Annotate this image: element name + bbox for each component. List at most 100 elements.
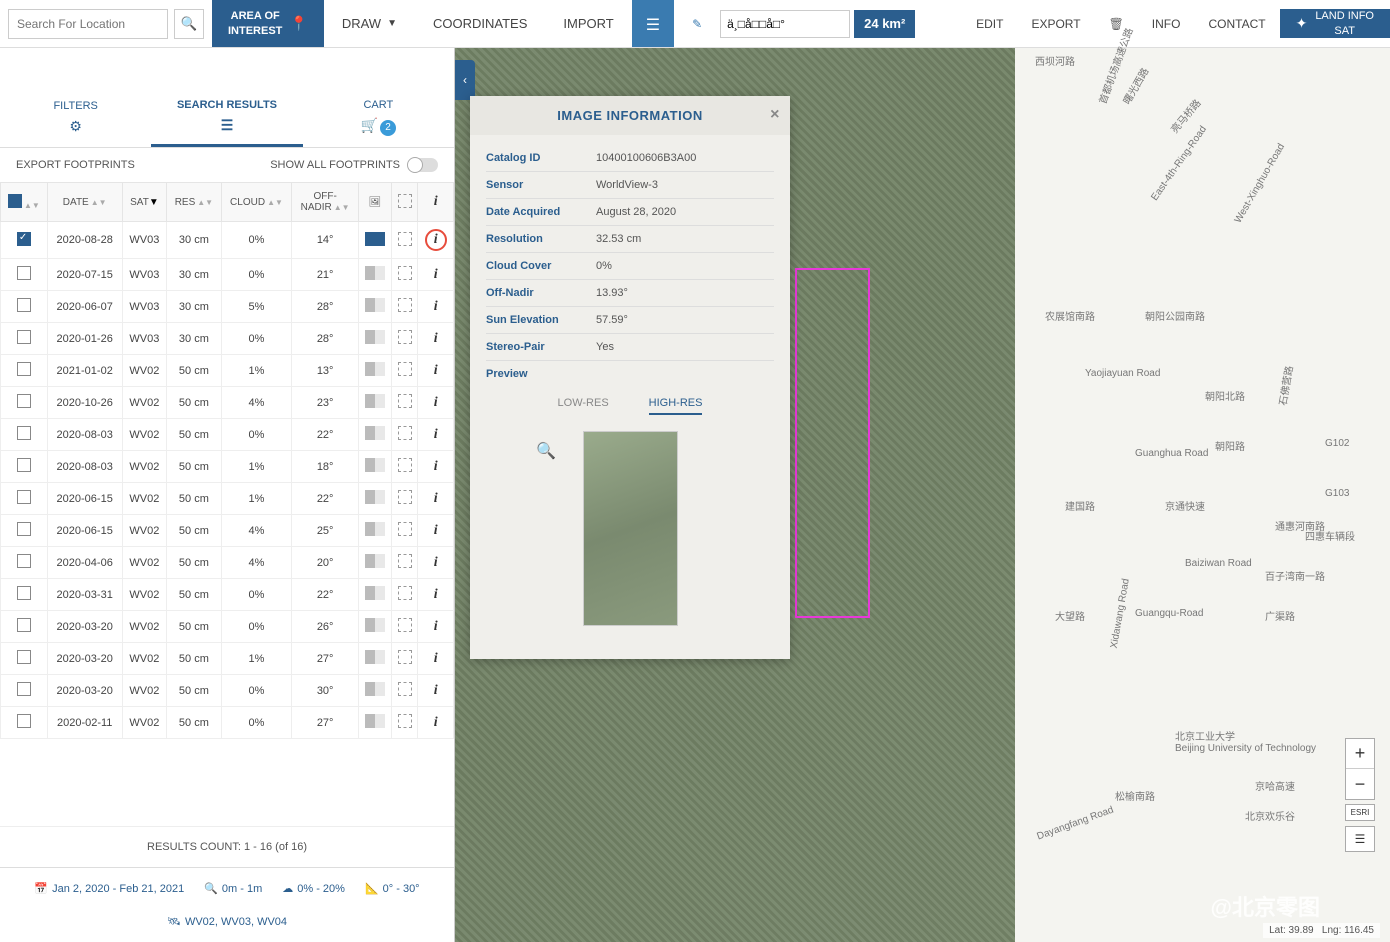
row-checkbox[interactable]: [17, 650, 31, 664]
row-checkbox[interactable]: [17, 586, 31, 600]
preview-toggle[interactable]: [365, 426, 385, 440]
table-row[interactable]: 2020-10-26WV0250 cm4%23°i: [1, 387, 454, 419]
table-row[interactable]: 2020-03-20WV0250 cm1%27°i: [1, 643, 454, 675]
footprint-toggle[interactable]: [398, 618, 412, 632]
search-button[interactable]: 🔍: [174, 9, 204, 39]
preview-toggle[interactable]: [365, 490, 385, 504]
row-info-button[interactable]: i: [434, 299, 438, 314]
row-checkbox[interactable]: [17, 426, 31, 440]
layer-toggle-button[interactable]: ☰: [1345, 826, 1375, 852]
preview-tab-lowres[interactable]: LOW-RES: [558, 397, 609, 415]
footprint-toggle[interactable]: [398, 650, 412, 664]
footprint-toggle[interactable]: [398, 232, 412, 246]
footprint-toggle[interactable]: [398, 426, 412, 440]
row-info-button[interactable]: i: [434, 683, 438, 698]
footprint-toggle[interactable]: [398, 394, 412, 408]
footprint-toggle[interactable]: [398, 522, 412, 536]
preview-toggle[interactable]: [365, 458, 385, 472]
row-checkbox[interactable]: [17, 714, 31, 728]
preview-toggle[interactable]: [365, 232, 385, 246]
row-info-button[interactable]: i: [434, 555, 438, 570]
table-row[interactable]: 2020-06-15WV0250 cm4%25°i: [1, 515, 454, 547]
import-button[interactable]: IMPORT: [545, 0, 631, 47]
col-date[interactable]: DATE▲▼: [47, 183, 122, 222]
row-checkbox[interactable]: [17, 458, 31, 472]
table-row[interactable]: 2020-01-26WV0330 cm0%28°i: [1, 323, 454, 355]
row-info-button[interactable]: i: [434, 587, 438, 602]
row-checkbox[interactable]: [17, 266, 31, 280]
contact-button[interactable]: CONTACT: [1194, 17, 1279, 31]
row-checkbox[interactable]: [17, 232, 31, 246]
row-info-button[interactable]: i: [434, 523, 438, 538]
col-cart[interactable]: ▲▼: [1, 183, 48, 222]
row-info-button[interactable]: i: [434, 331, 438, 346]
footprint-toggle[interactable]: [398, 458, 412, 472]
tab-filters[interactable]: FILTERS ⚙: [0, 88, 151, 147]
col-cloud[interactable]: CLOUD▲▼: [221, 183, 292, 222]
footprint-toggle[interactable]: [398, 714, 412, 728]
table-row[interactable]: 2020-06-07WV0330 cm5%28°i: [1, 291, 454, 323]
col-preview[interactable]: 🖼: [358, 183, 391, 222]
collapse-panel-button[interactable]: ‹: [455, 60, 475, 100]
row-info-button[interactable]: i: [434, 395, 438, 410]
row-info-button[interactable]: i: [434, 651, 438, 666]
preview-toggle[interactable]: [365, 298, 385, 312]
row-info-button[interactable]: i: [434, 363, 438, 378]
table-row[interactable]: 2020-03-20WV0250 cm0%26°i: [1, 611, 454, 643]
footprint-toggle[interactable]: [398, 682, 412, 696]
zoom-in-button[interactable]: +: [1346, 739, 1374, 769]
row-checkbox[interactable]: [17, 362, 31, 376]
table-row[interactable]: 2020-04-06WV0250 cm4%20°i: [1, 547, 454, 579]
preview-toggle[interactable]: [365, 682, 385, 696]
info-button[interactable]: INFO: [1138, 17, 1195, 31]
table-row[interactable]: 2020-03-20WV0250 cm0%30°i: [1, 675, 454, 707]
coordinates-button[interactable]: COORDINATES: [415, 0, 545, 47]
area-of-interest-button[interactable]: AREA OF INTEREST 📍: [212, 0, 324, 47]
preview-toggle[interactable]: [365, 586, 385, 600]
row-info-button[interactable]: i: [434, 619, 438, 634]
footprint-toggle[interactable]: [398, 586, 412, 600]
row-info-button[interactable]: i: [434, 267, 438, 282]
edit-polygon-icon[interactable]: ✎: [674, 0, 720, 47]
footprint-toggle[interactable]: [398, 554, 412, 568]
row-info-button[interactable]: i: [434, 715, 438, 730]
table-row[interactable]: 2020-06-15WV0250 cm1%22°i: [1, 483, 454, 515]
aoi-footprint-overlay[interactable]: [795, 268, 870, 618]
preview-image[interactable]: [583, 431, 678, 626]
col-footprint[interactable]: [392, 183, 418, 222]
preview-toggle[interactable]: [365, 554, 385, 568]
footprint-toggle[interactable]: [398, 490, 412, 504]
preview-toggle[interactable]: [365, 650, 385, 664]
polygon-name-input[interactable]: [720, 10, 850, 38]
row-info-button[interactable]: i: [434, 427, 438, 442]
col-sat[interactable]: SAT▼: [122, 183, 167, 222]
draw-menu[interactable]: DRAW ▼: [324, 0, 415, 47]
preview-toggle[interactable]: [365, 522, 385, 536]
col-info[interactable]: i: [418, 183, 454, 222]
row-checkbox[interactable]: [17, 682, 31, 696]
footprint-toggle[interactable]: [398, 266, 412, 280]
table-row[interactable]: 2020-08-28WV0330 cm0%14°i: [1, 222, 454, 259]
row-info-button[interactable]: i: [425, 229, 447, 251]
table-row[interactable]: 2020-02-11WV0250 cm0%27°i: [1, 707, 454, 739]
row-checkbox[interactable]: [17, 618, 31, 632]
zoom-preview-button[interactable]: 🔍: [536, 441, 556, 461]
preview-toggle[interactable]: [365, 362, 385, 376]
preview-toggle[interactable]: [365, 266, 385, 280]
land-info-sat-button[interactable]: ✦ LAND INFO SAT: [1280, 9, 1390, 38]
row-checkbox[interactable]: [17, 490, 31, 504]
table-row[interactable]: 2020-07-15WV0330 cm0%21°i: [1, 259, 454, 291]
edit-button[interactable]: EDIT: [962, 17, 1017, 31]
preview-tab-highres[interactable]: HIGH-RES: [649, 397, 703, 415]
zoom-out-button[interactable]: −: [1346, 769, 1374, 799]
basemap-esri-button[interactable]: ESRI: [1345, 804, 1375, 821]
row-checkbox[interactable]: [17, 394, 31, 408]
row-checkbox[interactable]: [17, 298, 31, 312]
tab-search-results[interactable]: SEARCH RESULTS ☰: [151, 88, 302, 147]
export-footprints-link[interactable]: EXPORT FOOTPRINTS: [16, 159, 135, 171]
row-checkbox[interactable]: [17, 330, 31, 344]
table-row[interactable]: 2020-03-31WV0250 cm0%22°i: [1, 579, 454, 611]
row-checkbox[interactable]: [17, 522, 31, 536]
preview-toggle[interactable]: [365, 618, 385, 632]
row-info-button[interactable]: i: [434, 491, 438, 506]
